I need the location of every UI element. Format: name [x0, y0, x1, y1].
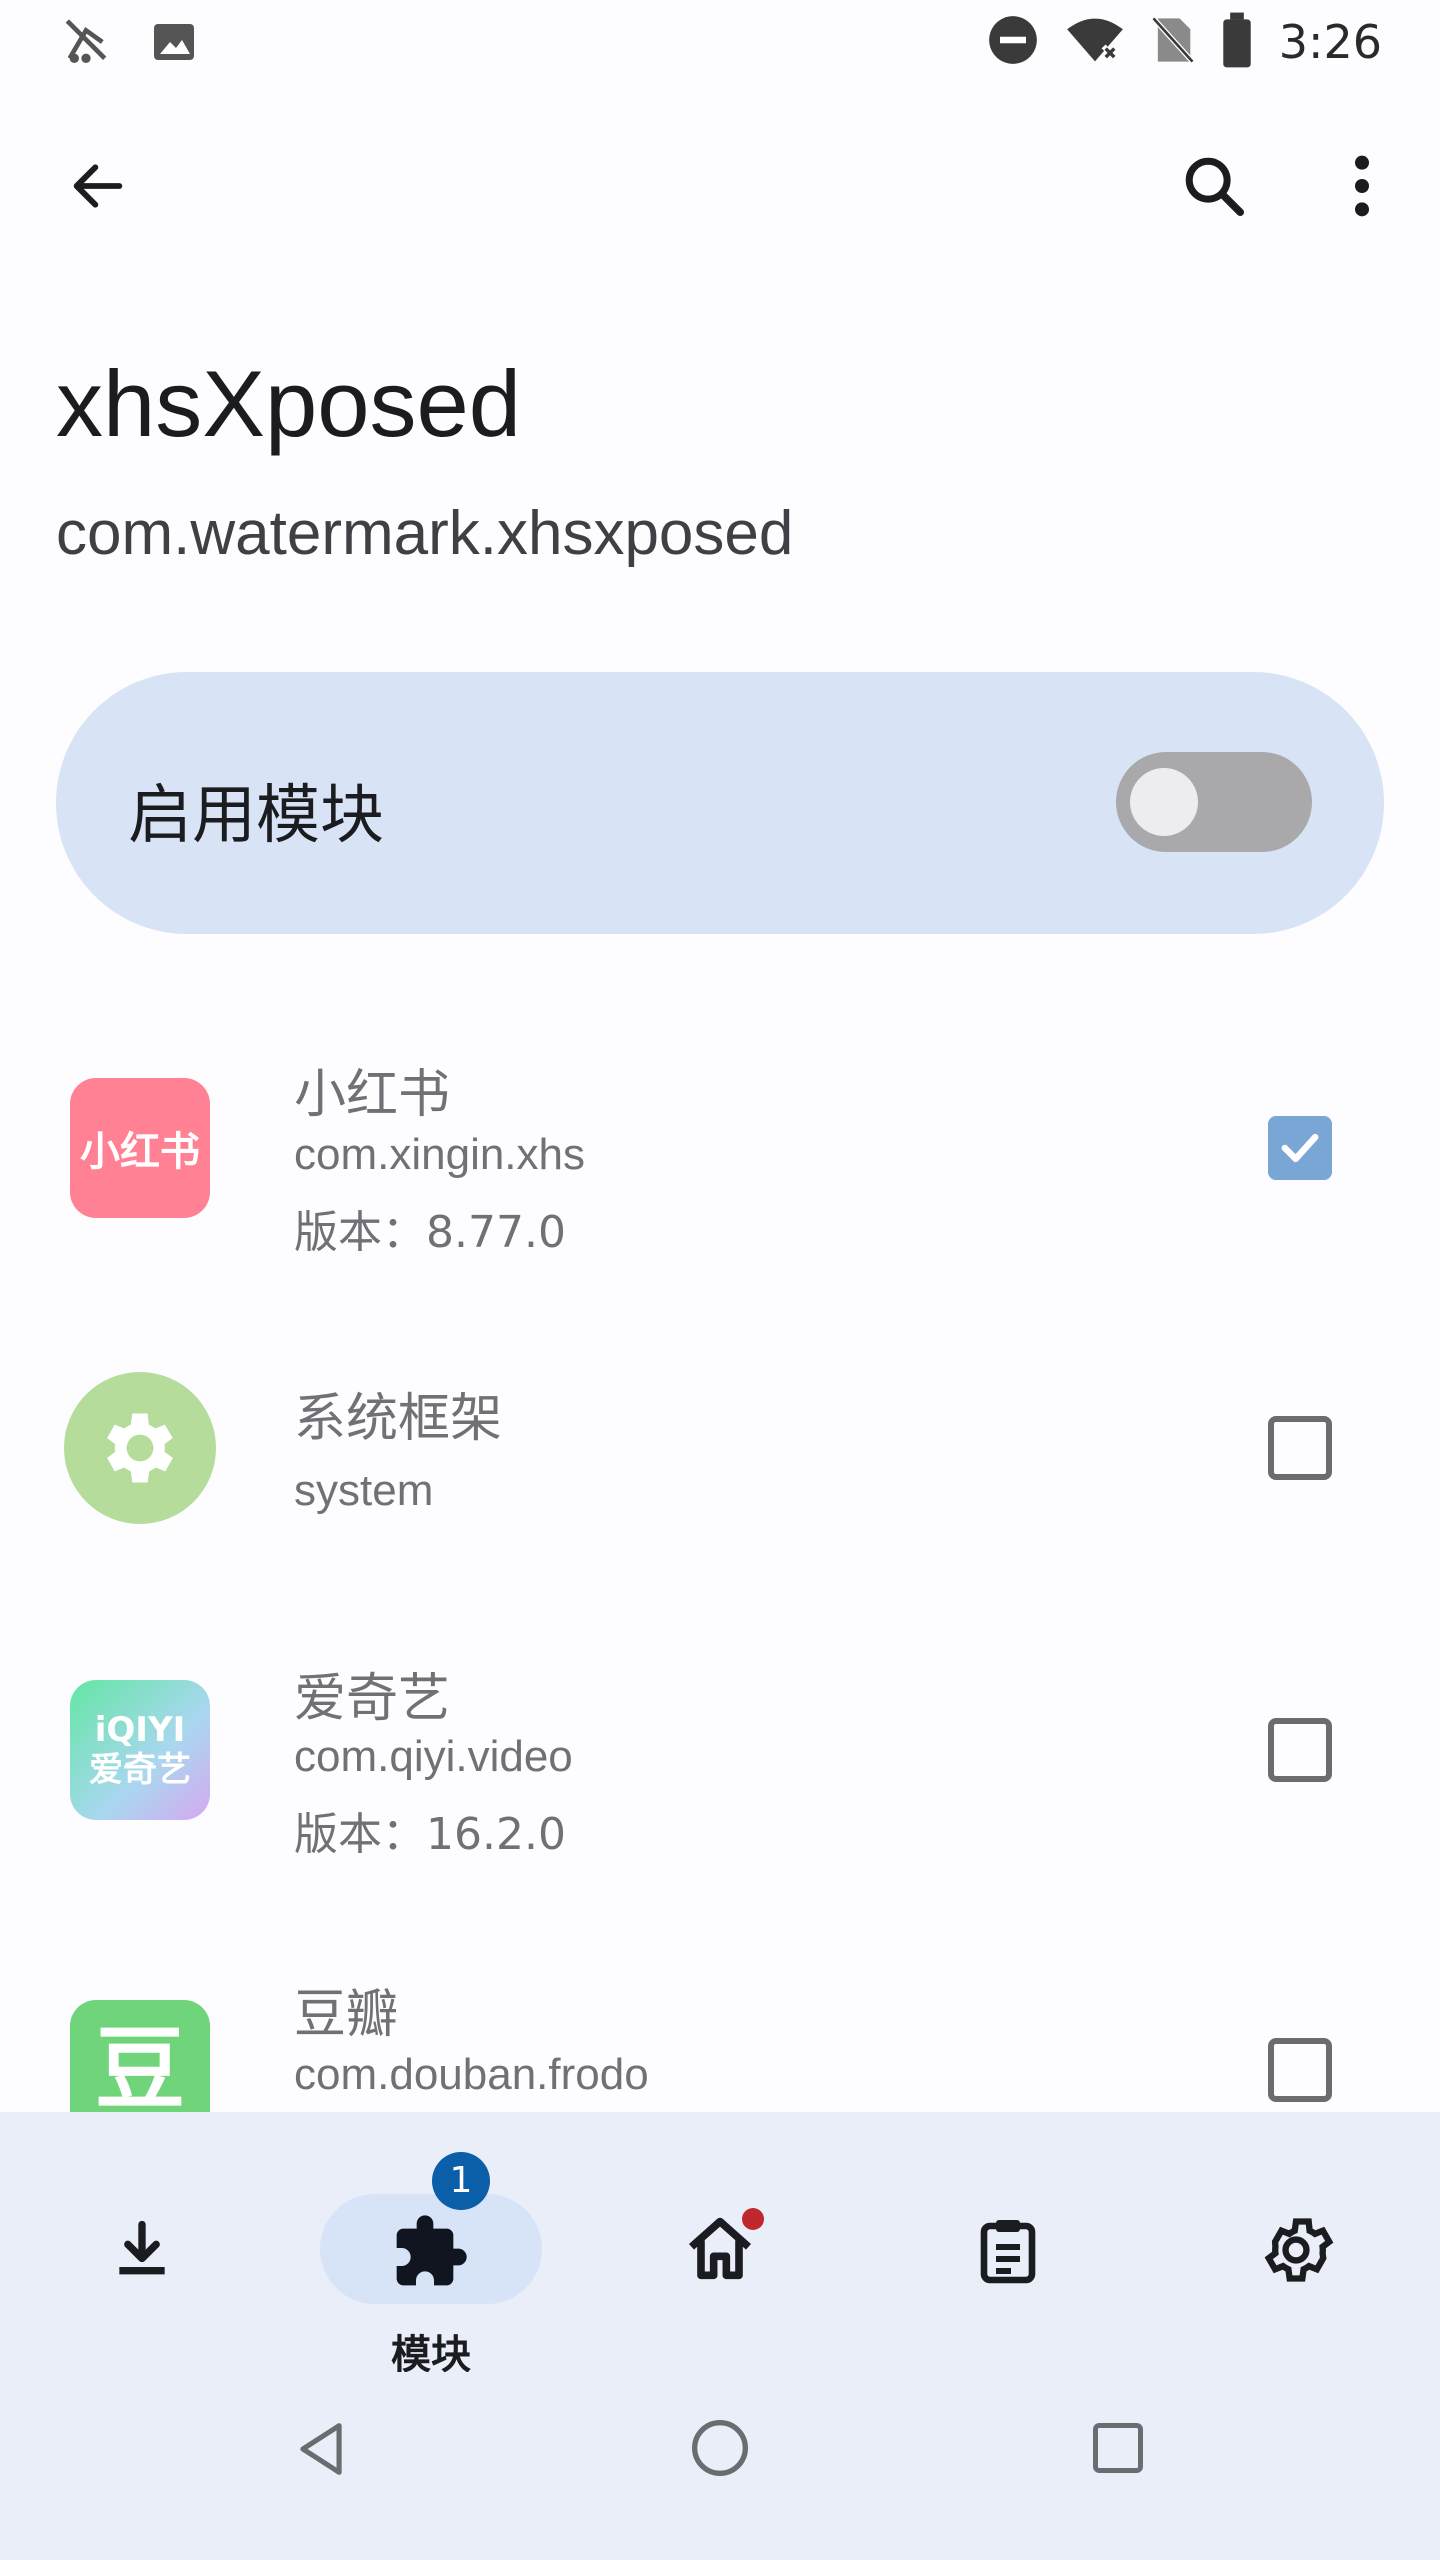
more-vert-icon: [1347, 151, 1377, 225]
top-app-bar: [0, 140, 1440, 252]
nav-item-settings[interactable]: [1186, 2152, 1406, 2332]
download-icon: [108, 2216, 176, 2288]
package-name: com.watermark.xhsxposed: [56, 499, 794, 568]
gear-icon: [107, 1413, 173, 1483]
recents-square-icon[interactable]: [1088, 2418, 1148, 2482]
modules-badge: 1: [432, 2152, 490, 2210]
do-not-disturb-icon: [987, 14, 1039, 70]
bottom-navigation: 1 模块: [0, 2112, 1440, 2378]
search-icon: [1179, 151, 1249, 225]
nav-item-home[interactable]: [610, 2152, 830, 2332]
app-name: 小红书: [294, 1065, 451, 1125]
check-icon: [1281, 1133, 1319, 1163]
back-triangle-icon[interactable]: [290, 2418, 352, 2484]
image-icon: [150, 18, 198, 70]
home-circle-icon[interactable]: [688, 2416, 752, 2484]
list-item[interactable]: 小红书 小红书 com.xingin.xhs 版本：8.77.0: [0, 1000, 1440, 1280]
gear-icon: [1258, 2212, 1334, 2292]
search-button[interactable]: [1166, 140, 1262, 236]
app-name: 系统框架: [294, 1389, 503, 1449]
page-title: xhsXposed: [56, 351, 522, 456]
enable-module-label: 启用模块: [128, 779, 384, 853]
system-navigation-bar: [0, 2372, 1440, 2560]
app-version: 版本：16.2.0: [294, 1809, 566, 1860]
douban-app-icon: 豆: [70, 2000, 210, 2112]
more-options-button[interactable]: [1314, 140, 1410, 236]
app-package: com.douban.frodo: [294, 2050, 649, 2099]
battery-icon: [1221, 12, 1253, 72]
wifi-off-icon: [1065, 14, 1125, 70]
app-checkbox[interactable]: [1268, 2038, 1332, 2102]
arrow-back-icon: [66, 154, 130, 222]
bug-icon: [58, 14, 114, 74]
app-version: 版本：8.77.0: [294, 1207, 566, 1258]
app-checkbox[interactable]: [1268, 1718, 1332, 1782]
app-package: system: [294, 1466, 434, 1515]
enable-module-card[interactable]: 启用模块: [56, 672, 1384, 934]
app-name: 爱奇艺: [294, 1669, 451, 1729]
status-bar: 3:26: [0, 0, 1440, 84]
status-time: 3:26: [1278, 15, 1382, 69]
no-sim-icon: [1151, 14, 1195, 70]
xiaohongshu-app-icon: 小红书: [70, 1078, 210, 1218]
app-package: com.qiyi.video: [294, 1732, 573, 1781]
app-checkbox[interactable]: [1268, 1416, 1332, 1480]
app-name: 豆瓣: [294, 1985, 399, 2045]
app-package: com.xingin.xhs: [294, 1130, 586, 1179]
nav-item-logs[interactable]: [898, 2152, 1118, 2332]
app-list[interactable]: 小红书 小红书 com.xingin.xhs 版本：8.77.0 系统框架 sy…: [0, 1000, 1440, 2112]
system-framework-app-icon: [64, 1372, 216, 1524]
puzzle-icon: [390, 2212, 470, 2296]
list-item[interactable]: iQIYI 爱奇艺 爱奇艺 com.qiyi.video 版本：16.2.0: [0, 1600, 1440, 1880]
nav-item-download[interactable]: [34, 2152, 254, 2332]
list-item[interactable]: 豆 豆瓣 com.douban.frodo: [0, 1920, 1440, 2112]
home-notification-dot: [742, 2208, 764, 2230]
switch-knob: [1130, 768, 1198, 836]
clipboard-icon: [972, 2212, 1044, 2292]
enable-module-switch[interactable]: [1116, 752, 1312, 852]
list-item[interactable]: 系统框架 system: [0, 1300, 1440, 1580]
app-checkbox[interactable]: [1268, 1116, 1332, 1180]
iqiyi-app-icon: iQIYI 爱奇艺: [70, 1680, 210, 1820]
back-button[interactable]: [50, 140, 146, 236]
nav-item-modules[interactable]: 1 模块: [320, 2152, 542, 2378]
